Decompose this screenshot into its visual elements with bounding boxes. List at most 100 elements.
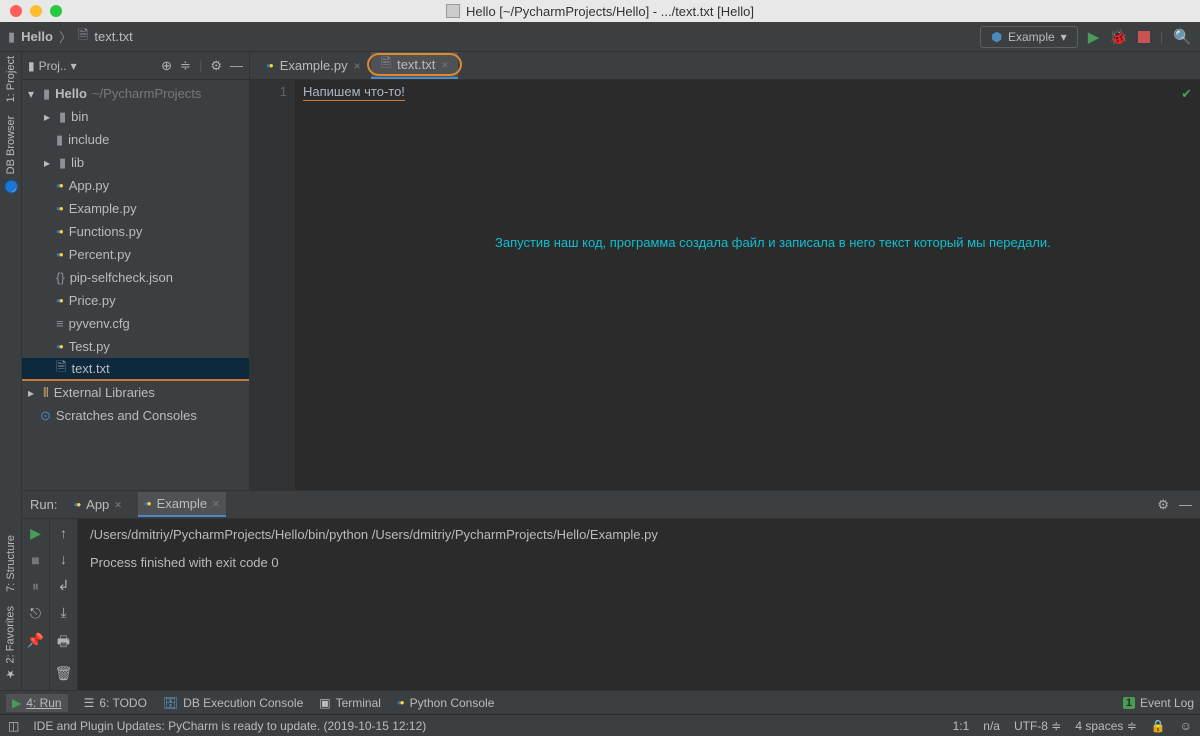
close-tab-icon[interactable]: × — [441, 58, 448, 72]
editor-line-1: Напишем что-то! — [303, 84, 405, 101]
editor-gutter: 1 — [250, 80, 295, 490]
tab-example[interactable]: Example.py × — [256, 52, 371, 79]
tool-terminal[interactable]: ▣Terminal — [319, 696, 381, 710]
run-config-combo[interactable]: ⬢ Example ▾ — [980, 26, 1077, 48]
breadcrumb-project[interactable]: Hello — [21, 29, 53, 44]
maximize-window-icon[interactable] — [50, 5, 62, 17]
structure-tool-button[interactable]: 7: Structure — [5, 535, 17, 592]
editor-tabs: Example.py × 🗎 text.txt × — [250, 52, 1200, 80]
hide-icon[interactable]: — — [230, 58, 243, 73]
rerun-icon[interactable]: ▶ — [30, 525, 41, 542]
pause-icon[interactable]: ⏸ — [32, 578, 39, 595]
divider: | — [1160, 29, 1163, 44]
search-button[interactable]: 🔍 — [1173, 28, 1192, 46]
hide-icon[interactable]: — — [1179, 497, 1192, 513]
tree-file[interactable]: Percent.py — [22, 243, 249, 266]
lock-icon[interactable]: 🔒 — [1151, 719, 1166, 733]
indent-selector[interactable]: 4 spaces ≑ — [1075, 719, 1136, 733]
tree-file[interactable]: Price.py — [22, 289, 249, 312]
pin-icon[interactable]: 📌 — [27, 632, 44, 649]
chevron-down-icon: ▾ — [1061, 30, 1067, 44]
editor-body[interactable]: 1 Напишем что-то! ✔ Запустив наш код, пр… — [250, 80, 1200, 490]
status-bar: ◫ IDE and Plugin Updates: PyCharm is rea… — [0, 714, 1200, 736]
console-line: Process finished with exit code 0 — [90, 555, 1188, 570]
file-icon: 🗎 — [78, 26, 88, 48]
window-controls — [0, 5, 62, 17]
stop-icon[interactable]: ■ — [31, 552, 39, 568]
run-button[interactable]: ▶ — [1088, 28, 1100, 46]
stop-button[interactable] — [1138, 31, 1150, 43]
tool-db[interactable]: 🗄DB Execution Console — [163, 696, 303, 710]
project-tool-button[interactable]: 1: Project — [5, 56, 17, 102]
editor-code[interactable]: Напишем что-то! ✔ Запустив наш код, прог… — [295, 80, 1200, 490]
breadcrumb-file[interactable]: text.txt — [94, 29, 132, 44]
folder-icon: ▮ — [8, 29, 15, 45]
status-window-icon[interactable]: ◫ — [8, 719, 19, 733]
project-panel: ▮ Proj..▾ ⊕ ≑ | ⚙ — ▾▮ Hello ~/PycharmPr… — [22, 52, 250, 490]
tree-file[interactable]: Test.py — [22, 335, 249, 358]
tab-label: Example.py — [280, 58, 348, 73]
locate-icon[interactable]: ⊕ — [161, 58, 172, 74]
tree-file[interactable]: {}pip-selfcheck.json — [22, 266, 249, 289]
navbar: ▮ Hello 〉 🗎 text.txt ⬢ Example ▾ ▶ 🐞 | 🔍 — [0, 22, 1200, 52]
encoding-selector[interactable]: UTF-8 ≑ — [1014, 719, 1061, 733]
exit-icon[interactable]: ⎋ — [30, 605, 41, 622]
breadcrumb[interactable]: ▮ Hello 〉 🗎 text.txt — [8, 26, 133, 48]
tree-file[interactable]: ≡pyvenv.cfg — [22, 312, 249, 335]
tree-file[interactable]: App.py — [22, 174, 249, 197]
tool-python-console[interactable]: Python Console — [397, 696, 494, 710]
close-tab-icon[interactable]: × — [354, 59, 361, 73]
tutorial-annotation: Запустив наш код, программа создала файл… — [495, 235, 1051, 250]
tree-file[interactable]: Example.py — [22, 197, 249, 220]
gear-icon[interactable]: ⚙ — [210, 58, 222, 74]
run-console[interactable]: /Users/dmitriy/PycharmProjects/Hello/bin… — [78, 519, 1200, 690]
bottom-tool-strip: ▶4: Run ☰6: TODO 🗄DB Execution Console ▣… — [0, 690, 1200, 714]
hector-icon[interactable]: ☺ — [1180, 719, 1192, 733]
line-separator[interactable]: n/a — [983, 719, 1000, 733]
chevron-right-icon: 〉 — [59, 27, 72, 46]
debug-button[interactable]: 🐞 — [1109, 28, 1128, 46]
minimize-window-icon[interactable] — [30, 5, 42, 17]
trash-icon[interactable]: 🗑 — [55, 665, 73, 682]
db-browser-tool-button[interactable]: 🔵DB Browser — [4, 116, 18, 193]
print-icon[interactable]: 🖶 — [57, 631, 70, 655]
titlebar: Hello [~/PycharmProjects/Hello] - .../te… — [0, 0, 1200, 22]
tree-root[interactable]: ▾▮ Hello ~/PycharmProjects — [22, 82, 249, 105]
up-icon[interactable]: ↑ — [60, 525, 67, 541]
project-panel-header: ▮ Proj..▾ ⊕ ≑ | ⚙ — — [22, 52, 249, 80]
tree-file-selected[interactable]: 🗎text.txt — [22, 358, 249, 381]
tool-event-log[interactable]: 1Event Log — [1123, 696, 1194, 710]
run-panel: Run: App× Example× ⚙ — ▶ ■ ⏸ ⎋ 📌 ↑ — [22, 490, 1200, 690]
run-gutter-right: ↑ ↓ ↲ ⤓ 🖶 🗑 — [50, 519, 78, 690]
run-config-label: Example — [1008, 30, 1055, 44]
close-window-icon[interactable] — [10, 5, 22, 17]
tool-run[interactable]: ▶4: Run — [6, 694, 68, 712]
down-icon[interactable]: ↓ — [60, 551, 67, 567]
tree-dir-lib[interactable]: ▸▮lib — [22, 151, 249, 174]
python-icon: ⬢ — [991, 30, 1001, 44]
tree-dir-bin[interactable]: ▸▮bin — [22, 105, 249, 128]
run-tab-example[interactable]: Example× — [138, 492, 226, 517]
tree-dir-include[interactable]: ▮include — [22, 128, 249, 151]
inspection-ok-icon[interactable]: ✔ — [1181, 86, 1192, 102]
tree-external-libs[interactable]: ▸⦀External Libraries — [22, 381, 249, 404]
tree-file[interactable]: Functions.py — [22, 220, 249, 243]
file-icon — [446, 4, 460, 18]
collapse-icon[interactable]: ≑ — [180, 58, 191, 74]
scroll-end-icon[interactable]: ⤓ — [60, 604, 66, 621]
status-message[interactable]: IDE and Plugin Updates: PyCharm is ready… — [33, 719, 426, 733]
tool-todo[interactable]: ☰6: TODO — [84, 696, 147, 710]
tree-scratches[interactable]: ⊙Scratches and Consoles — [22, 404, 249, 427]
favorites-tool-button[interactable]: ★2: Favorites — [4, 606, 17, 680]
run-tab-app[interactable]: App× — [71, 493, 123, 516]
soft-wrap-icon[interactable]: ↲ — [58, 577, 70, 594]
tab-label: text.txt — [397, 57, 435, 72]
gear-icon[interactable]: ⚙ — [1157, 497, 1169, 513]
close-tab-icon[interactable]: × — [212, 496, 220, 511]
cursor-position[interactable]: 1:1 — [953, 719, 970, 733]
project-panel-title[interactable]: ▮ Proj..▾ — [28, 59, 77, 73]
tab-text-txt[interactable]: 🗎 text.txt × — [371, 52, 459, 79]
divider: | — [199, 58, 202, 73]
close-tab-icon[interactable]: × — [114, 497, 122, 512]
project-tree[interactable]: ▾▮ Hello ~/PycharmProjects ▸▮bin ▮includ… — [22, 80, 249, 429]
